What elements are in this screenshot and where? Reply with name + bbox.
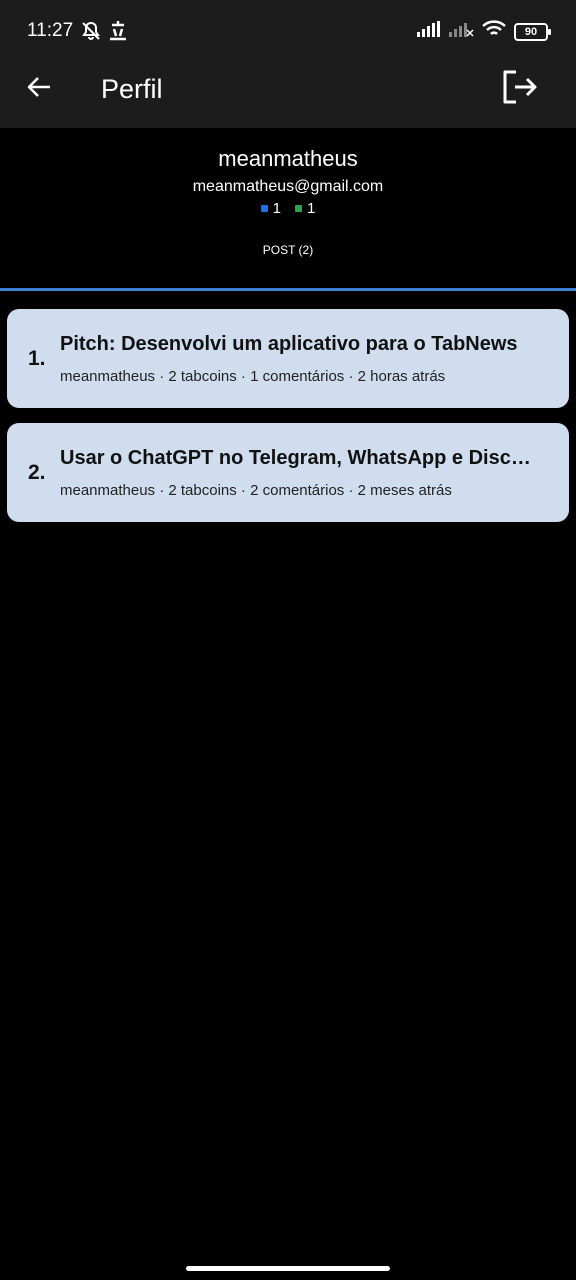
blue-dot-icon bbox=[260, 205, 268, 212]
email: meanmatheus@gmail.com bbox=[192, 178, 384, 195]
battery-icon: 90 bbox=[514, 22, 551, 41]
page-title: Perfil bbox=[101, 74, 163, 104]
post-meta: meanmatheus · 2 tabcoins · 2 comentários… bbox=[60, 482, 452, 499]
back-button[interactable] bbox=[20, 70, 58, 108]
post-card[interactable]: 2. Usar o ChatGPT no Telegram, WhatsApp … bbox=[7, 423, 569, 522]
wifi-icon bbox=[482, 20, 506, 43]
signal-off-icon bbox=[448, 21, 474, 42]
post-card[interactable]: 1. Pitch: Desenvolvi um aplicativo para … bbox=[7, 309, 569, 408]
post-list: 1. Pitch: Desenvolvi um aplicativo para … bbox=[7, 309, 569, 537]
tab-posts[interactable]: POST (2) bbox=[0, 232, 576, 288]
status-left-icons bbox=[80, 20, 128, 47]
post-index: 2. bbox=[28, 461, 46, 484]
logout-button[interactable] bbox=[500, 69, 540, 109]
status-time: 11:27 bbox=[27, 20, 74, 41]
signal-icon bbox=[416, 21, 440, 42]
count-blue: 1 bbox=[260, 200, 281, 217]
count-green: 1 bbox=[295, 200, 315, 217]
status-bar: 11:27 90 bbox=[0, 0, 576, 50]
app-bar: Perfil bbox=[0, 50, 576, 128]
bell-off-icon bbox=[80, 20, 102, 47]
status-right: 90 bbox=[416, 20, 551, 43]
post-title: Pitch: Desenvolvi um aplicativo para o T… bbox=[60, 333, 518, 355]
tab-bar: POST (2) bbox=[0, 232, 576, 292]
green-dot-icon bbox=[295, 205, 302, 212]
post-meta: meanmatheus · 2 tabcoins · 1 comentários… bbox=[60, 368, 446, 385]
post-title: Usar o ChatGPT no Telegram, WhatsApp e D… bbox=[60, 447, 540, 469]
logout-icon bbox=[501, 69, 539, 110]
count-value: 1 bbox=[307, 200, 316, 217]
profile-section: meanmatheus meanmatheus@gmail.com 1 1 bbox=[0, 128, 576, 217]
tab-indicator bbox=[0, 288, 576, 291]
profile-counts: 1 1 bbox=[0, 200, 576, 217]
count-value: 1 bbox=[272, 200, 281, 217]
post-index: 1. bbox=[28, 347, 46, 370]
arrow-left-icon bbox=[25, 73, 53, 106]
app-notification-icon bbox=[108, 20, 128, 47]
username: meanmatheus bbox=[218, 146, 358, 171]
home-indicator[interactable] bbox=[186, 1266, 390, 1271]
